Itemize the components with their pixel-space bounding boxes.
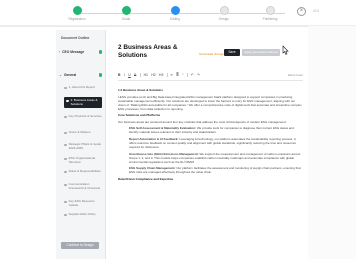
italic-button[interactable]: I <box>124 73 125 77</box>
heading3-button[interactable]: H3 <box>159 73 163 77</box>
underline-button[interactable]: U <box>128 73 130 77</box>
sidebar-item-key-products[interactable]: Key Products & Services <box>64 114 102 119</box>
page-title: 2 Business Areas & Solutions <box>118 44 178 59</box>
step-design[interactable]: Design <box>204 6 244 21</box>
bullet-icon <box>64 200 67 204</box>
paragraph: Our business areas are centered around f… <box>118 119 287 124</box>
list-item: ESG Supply Chain Management: Our platfor… <box>118 166 303 174</box>
sidebar-item-label: Key Products & Services <box>68 114 102 118</box>
check-icon <box>98 73 102 77</box>
word-count: Word count <box>287 73 303 77</box>
step-editing[interactable]: Editing <box>155 6 195 21</box>
bullet-icon <box>64 131 67 135</box>
step-goals[interactable]: Goals <box>106 6 146 21</box>
sidebar-item-supplier-policy[interactable]: Supplier ESG Policy <box>64 212 102 217</box>
mouse-cursor-icon <box>282 45 289 55</box>
formatting-toolbar: B I U S H1 H2 H3 ≡ ≣ “ ↶ ↷ Word count <box>118 72 303 78</box>
step-publishing[interactable]: Publishing <box>250 6 290 21</box>
step-dot <box>219 6 229 15</box>
sidebar-item-label: Strategic Pillars & Goals 2023-2025 <box>68 142 101 150</box>
sidebar-title: Document Outline <box>61 36 90 40</box>
toolbar-divider <box>186 73 188 77</box>
step-label: Publishing <box>262 17 278 21</box>
section-heading: 1.2 Business Areas & Solutions <box>118 88 163 92</box>
heading1-button[interactable]: H1 <box>144 73 148 77</box>
sidebar-item-label: Communication Framework & Channels <box>68 182 100 190</box>
continue-button[interactable]: Continue to Design <box>61 242 99 249</box>
sidebar-item-communication[interactable]: Communication Framework & Channels <box>64 182 102 190</box>
sidebar-group-general[interactable]: ⌄ General <box>59 73 76 77</box>
apply-changes-button[interactable]: Apply generated changes <box>242 49 280 56</box>
strikethrough-button[interactable]: S <box>134 73 136 77</box>
sidebar-item-roles[interactable]: Roles & Responsibilities <box>64 169 102 174</box>
step-registration[interactable]: Registration <box>57 6 97 21</box>
step-dot <box>265 6 275 15</box>
chevron-down-icon: ⌄ <box>59 73 62 77</box>
close-icon[interactable]: × <box>297 7 306 16</box>
bullet-icon <box>64 213 67 217</box>
sidebar-item-business-areas[interactable]: 2. Business Areas & Solutions <box>64 97 102 109</box>
bullet-icon <box>64 143 67 147</box>
bullet-list-icon[interactable]: ≡ <box>171 73 173 77</box>
heading2-button[interactable]: H2 <box>151 73 155 77</box>
section-heading: Data-Driven Compliance and Expertise <box>118 176 174 181</box>
step-label: Editing <box>170 17 180 21</box>
step-dot <box>121 6 131 15</box>
document-outline-sidebar: Document Outline › CEO Message ⌄ General… <box>56 30 106 259</box>
bullet-icon <box>64 115 67 119</box>
section-heading: Core Solutions and Platforms <box>118 113 161 118</box>
undo-icon[interactable]: ↶ <box>191 73 194 77</box>
step-label: Goals <box>121 17 131 21</box>
bullet-icon <box>66 99 69 103</box>
editor-content[interactable]: 1.2 Business Areas & Solutions I-ESG pro… <box>118 88 303 183</box>
sidebar-item-label: Vision & Mission <box>68 130 91 134</box>
numbered-list-icon[interactable]: ≣ <box>176 73 179 77</box>
list-item: Report Automation & AI Feedback: Leverag… <box>118 137 303 149</box>
bullet-icon <box>64 157 67 161</box>
sidebar-item-label: 2. Business Areas & Solutions <box>70 98 98 106</box>
progress-stepper: Registration Goals Editing Design Publis… <box>0 0 356 26</box>
sidebar-group-label: CEO Message <box>62 50 85 54</box>
chevron-right-icon: › <box>59 50 61 54</box>
sidebar-item-resource-update[interactable]: Key ESG Resource Update <box>64 199 102 207</box>
sidebar-item-strategic-pillars[interactable]: Strategic Pillars & Goals 2023-2025 <box>64 142 102 150</box>
paragraph: I-ESG provides an AI and Big Data-based … <box>118 94 302 111</box>
save-status: Generated changes <box>199 52 226 56</box>
bold-button[interactable]: B <box>118 73 120 77</box>
quote-icon[interactable]: “ <box>182 73 183 77</box>
step-dot <box>72 6 82 15</box>
toolbar-divider <box>139 73 141 77</box>
sidebar-item-label: ESG Organizational Structure <box>68 156 96 164</box>
step-label: Registration <box>68 17 86 21</box>
right-margin <box>308 26 356 259</box>
step-label: Design <box>219 17 229 21</box>
toolbar-divider <box>166 73 168 77</box>
redo-icon[interactable]: ↷ <box>197 73 200 77</box>
sidebar-item-label: Roles & Responsibilities <box>68 169 101 173</box>
save-button[interactable]: Save <box>224 49 240 56</box>
sidebar-group-ceo-message[interactable]: › CEO Message <box>59 50 84 54</box>
sidebar-item-esg-structure[interactable]: ESG Organizational Structure <box>64 156 102 164</box>
document-editor: 2 Business Areas & Solutions Generated c… <box>108 30 308 259</box>
bullet-icon <box>64 183 67 187</box>
step-dot <box>170 6 180 15</box>
list-item: ESG Self-Assessment & Materiality Evalua… <box>118 126 303 134</box>
bullet-icon <box>64 86 67 90</box>
sidebar-item-label: 1. About this Report <box>68 85 95 89</box>
sidebar-item-label: Supplier ESG Policy <box>68 212 96 216</box>
version-label: v2.0 <box>313 9 320 13</box>
divider <box>118 80 303 81</box>
sidebar-item-vision-mission[interactable]: Vision & Mission <box>64 130 102 135</box>
bullet-icon <box>64 170 67 174</box>
sidebar-group-label: General <box>63 73 77 77</box>
check-icon <box>98 50 102 54</box>
sidebar-item-label: Key ESG Resource Update <box>68 199 95 207</box>
list-item: Greenhouse Gas (GHG) Emissions Managemen… <box>118 152 303 164</box>
sidebar-item-about-report[interactable]: 1. About this Report <box>64 85 102 90</box>
divider <box>0 26 356 27</box>
